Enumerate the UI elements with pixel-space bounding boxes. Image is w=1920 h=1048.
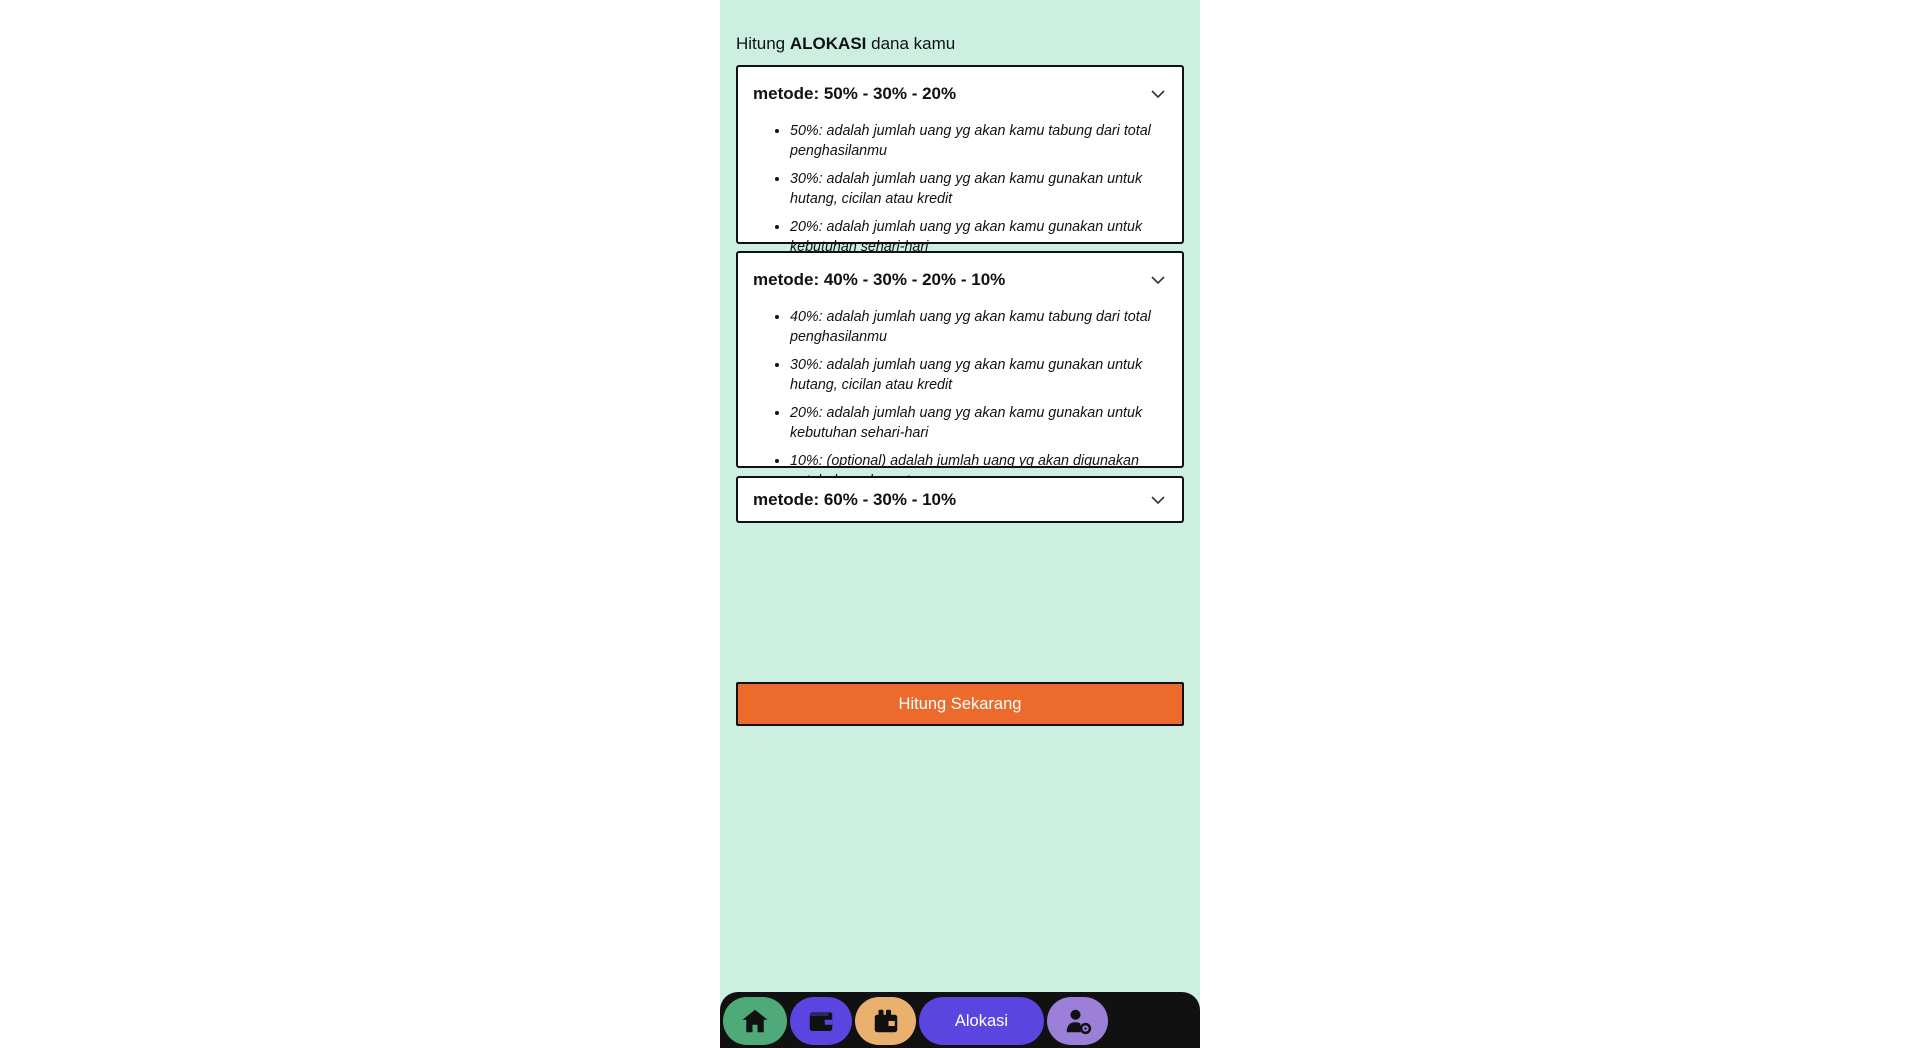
chevron-down-icon [1151, 276, 1165, 285]
heading-prefix: Hitung [736, 34, 786, 53]
accordion-method-40-30-20-10: metode: 40% - 30% - 20% - 10% 40%: adala… [736, 251, 1184, 489]
calculate-now-button[interactable]: Hitung Sekarang [736, 682, 1184, 726]
nav-alokasi-tab[interactable]: Alokasi [919, 997, 1044, 1045]
accordion-title: metode: 40% - 30% - 20% - 10% [753, 270, 1006, 289]
list-item: 20%: adalah jumlah uang yg akan kamu gun… [790, 403, 1152, 443]
user-settings-icon [1066, 1009, 1091, 1035]
list-item: 30%: adalah jumlah uang yg akan kamu gun… [790, 169, 1152, 209]
list-item: 40%: adalah jumlah uang yg akan kamu tab… [790, 307, 1152, 347]
accordion-method-60-30-10: metode: 60% - 30% - 10% [736, 476, 1184, 523]
list-item: 50%: adalah jumlah uang yg akan kamu tab… [790, 121, 1152, 161]
page-heading: Hitung ALOKASI dana kamu [736, 34, 955, 54]
accordion-header[interactable]: metode: 50% - 30% - 20% [738, 67, 1182, 121]
nav-home-button[interactable] [723, 997, 787, 1045]
accordion-header[interactable]: metode: 60% - 30% - 10% [738, 478, 1182, 521]
bottom-nav: Alokasi [720, 992, 1200, 1048]
chevron-down-icon [1151, 90, 1165, 99]
accordion-method-50-30-20: metode: 50% - 30% - 20% 50%: adalah juml… [736, 65, 1184, 255]
home-icon [742, 1009, 768, 1033]
accordion-title: metode: 60% - 30% - 10% [753, 489, 957, 509]
nav-wallet-button[interactable] [790, 997, 852, 1045]
accordion-header[interactable]: metode: 40% - 30% - 20% - 10% [738, 253, 1182, 307]
nav-alokasi-label: Alokasi [954, 1011, 1009, 1030]
nav-wallet-alt-button[interactable] [855, 997, 916, 1045]
wallet-icon [809, 1012, 833, 1031]
nav-profile-settings-button[interactable] [1047, 997, 1108, 1045]
heading-bold: ALOKASI [789, 34, 867, 53]
app-screen: Hitung ALOKASI dana kamu metode: 50% - 3… [720, 0, 1200, 1048]
heading-suffix: dana kamu [871, 34, 956, 53]
chevron-down-icon [1151, 495, 1165, 504]
list-item: 30%: adalah jumlah uang yg akan kamu gun… [790, 355, 1152, 395]
accordion-title: metode: 50% - 30% - 20% [753, 84, 957, 103]
wallet-card-icon [874, 1009, 897, 1033]
